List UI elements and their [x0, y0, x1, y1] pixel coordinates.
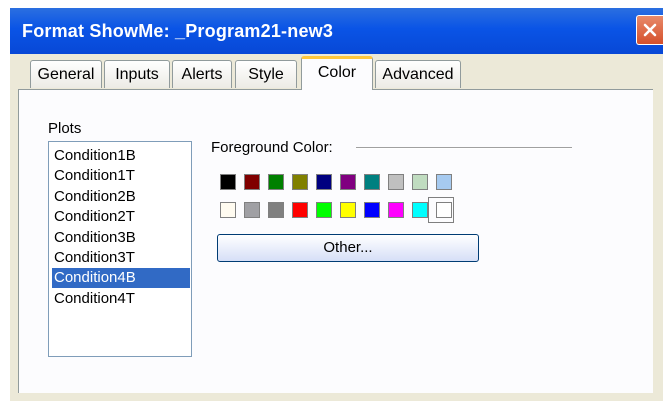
tab-label: Style: [248, 66, 284, 83]
color-swatch[interactable]: [292, 202, 308, 218]
list-item-selected[interactable]: Condition4B: [52, 268, 190, 288]
list-item[interactable]: Condition1B: [52, 146, 190, 166]
color-swatch[interactable]: [292, 174, 308, 190]
color-swatch[interactable]: [436, 174, 452, 190]
color-swatch[interactable]: [268, 174, 284, 190]
list-item[interactable]: Condition3T: [52, 248, 190, 268]
tab-label: Advanced: [382, 66, 454, 83]
selected-color-frame: [428, 197, 454, 223]
list-item[interactable]: Condition3B: [52, 228, 190, 248]
close-icon: [643, 23, 657, 37]
other-color-button[interactable]: Other...: [217, 234, 479, 262]
window-title: Format ShowMe: _Program21-new3: [22, 21, 334, 41]
list-item[interactable]: Condition2T: [52, 207, 190, 227]
list-item[interactable]: Condition4T: [52, 289, 190, 309]
list-item[interactable]: Condition1T: [52, 166, 190, 186]
tab-alerts[interactable]: Alerts: [172, 60, 232, 88]
tab-label: General: [37, 66, 95, 83]
color-swatch[interactable]: [340, 174, 356, 190]
color-swatch[interactable]: [364, 174, 380, 190]
color-swatch[interactable]: [364, 202, 380, 218]
tab-label: Alerts: [181, 66, 223, 83]
close-button[interactable]: [636, 15, 663, 45]
color-swatch[interactable]: [388, 174, 404, 190]
tab-general[interactable]: General: [30, 60, 102, 88]
list-item[interactable]: Condition2B: [52, 187, 190, 207]
color-swatch[interactable]: [220, 202, 236, 218]
tab-color[interactable]: Color: [301, 56, 373, 90]
color-swatch[interactable]: [316, 202, 332, 218]
tab-style[interactable]: Style: [235, 60, 297, 88]
color-swatch[interactable]: [316, 174, 332, 190]
color-swatch[interactable]: [340, 202, 356, 218]
plots-label: Plots: [48, 120, 82, 137]
tab-label: Color: [317, 64, 357, 81]
color-swatch[interactable]: [268, 202, 284, 218]
plots-list[interactable]: Condition1B Condition1T Condition2B Cond…: [48, 141, 192, 357]
foreground-color-label: Foreground Color:: [211, 139, 333, 156]
tab-inputs[interactable]: Inputs: [104, 60, 170, 88]
color-swatch[interactable]: [412, 174, 428, 190]
color-swatch[interactable]: [220, 174, 236, 190]
group-divider: [356, 147, 572, 149]
color-swatch[interactable]: [388, 202, 404, 218]
tab-advanced[interactable]: Advanced: [375, 60, 461, 88]
color-swatch[interactable]: [412, 202, 428, 218]
color-swatch[interactable]: [244, 174, 260, 190]
color-swatch[interactable]: [244, 202, 260, 218]
tab-label: Inputs: [115, 66, 159, 83]
title-bar[interactable]: Format ShowMe: _Program21-new3: [10, 8, 663, 54]
